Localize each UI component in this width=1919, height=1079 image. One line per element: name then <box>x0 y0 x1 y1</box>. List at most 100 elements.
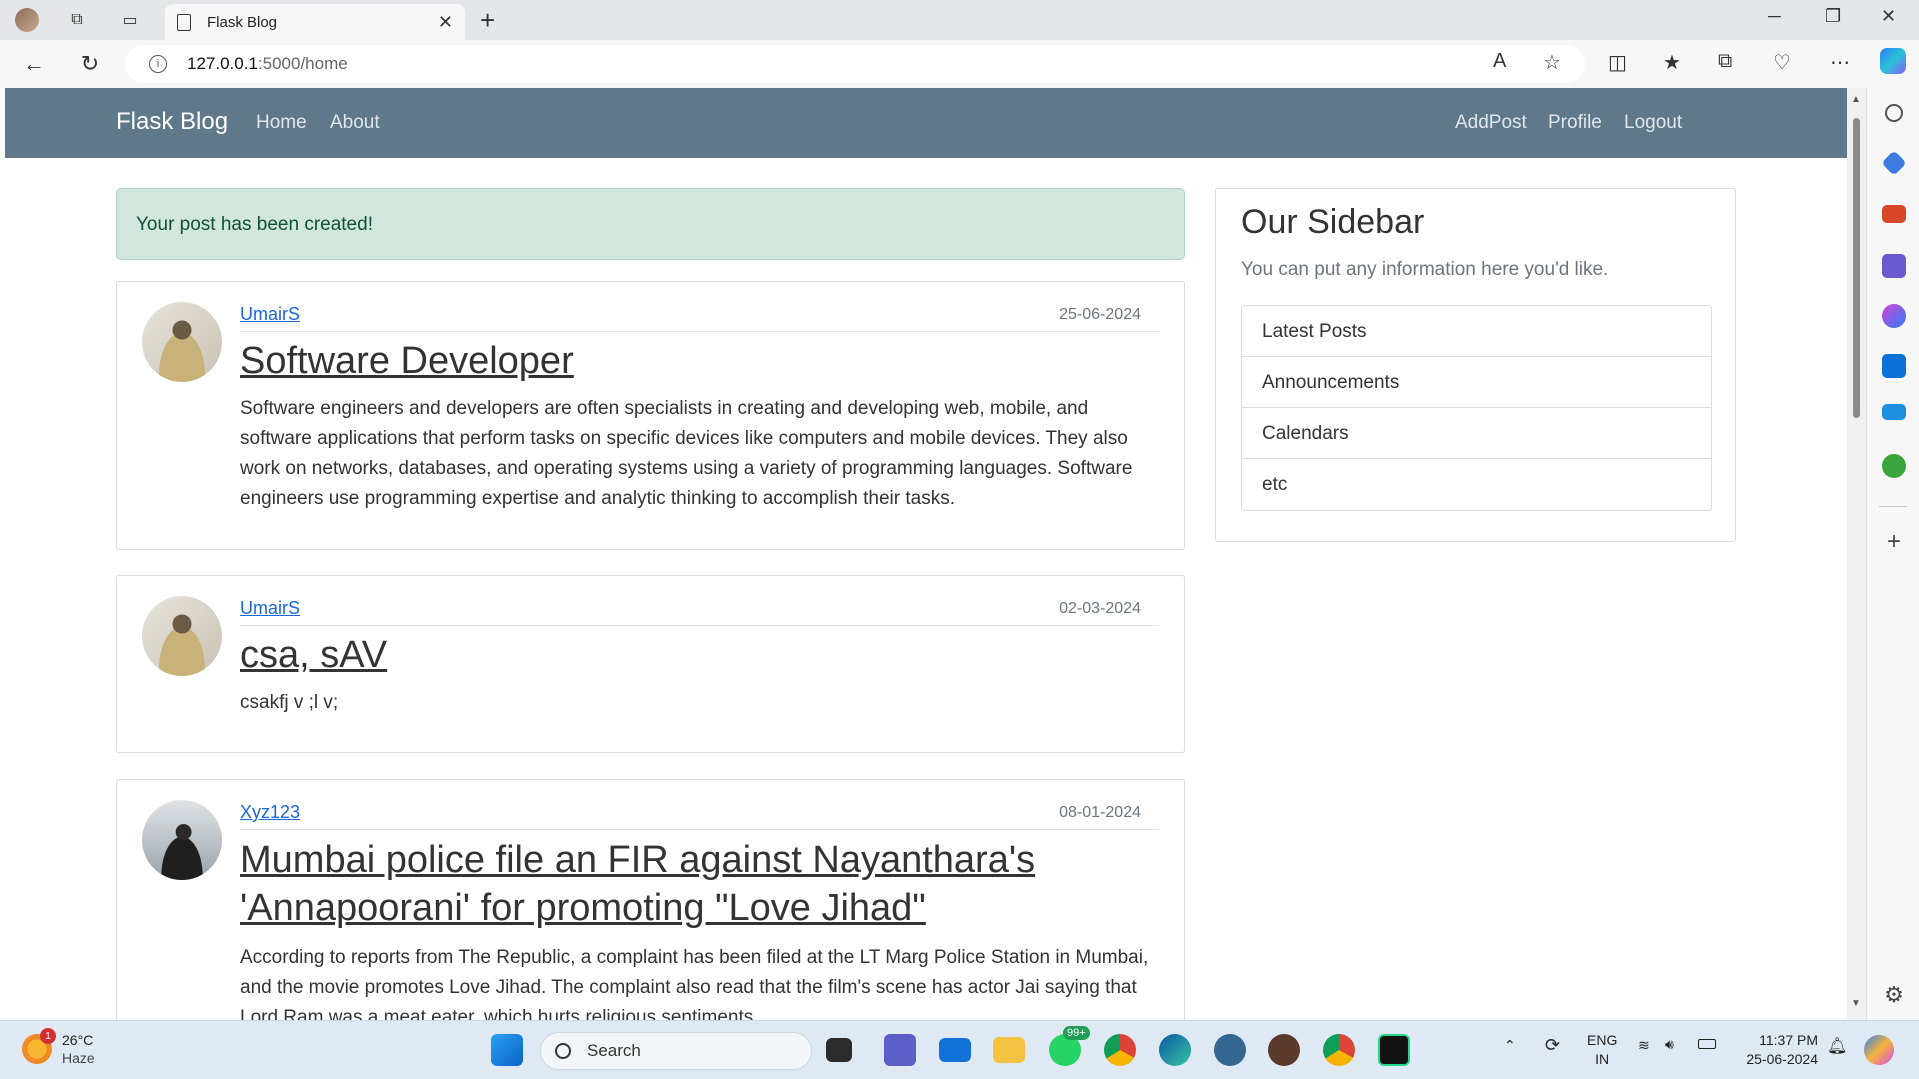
post-meta: UmairS 02-03-2024 <box>240 598 1159 626</box>
author-avatar <box>142 800 222 880</box>
collections-icon[interactable]: ⧉ <box>1718 50 1732 73</box>
chrome-icon[interactable] <box>1104 1034 1136 1066</box>
sidebar-item-etc[interactable]: etc <box>1242 459 1711 510</box>
tab-actions-icon[interactable]: ▭ <box>117 7 143 33</box>
post-content: According to reports from The Republic, … <box>240 947 1149 1020</box>
chrome-profile-icon[interactable] <box>1323 1034 1355 1066</box>
send-icon[interactable] <box>1882 404 1906 420</box>
volume-icon[interactable]: 🔊︎ <box>1665 1036 1674 1053</box>
nav-about[interactable]: About <box>330 112 380 134</box>
nav-home[interactable]: Home <box>256 112 307 134</box>
browser-tab-active[interactable]: Flask Blog ✕ <box>165 4 465 40</box>
minimize-icon[interactable]: ─ <box>1768 6 1781 27</box>
language-indicator[interactable]: ENG IN <box>1587 1031 1617 1069</box>
split-screen-icon[interactable]: ◫ <box>1608 50 1627 75</box>
weather-temp: 26°C <box>62 1032 94 1048</box>
file-explorer-icon[interactable] <box>993 1037 1025 1063</box>
post-content: Software engineers and developers are of… <box>240 398 1133 509</box>
wifi-icon[interactable]: ≋ <box>1638 1037 1650 1054</box>
post-date: 08-01-2024 <box>1059 804 1141 821</box>
restore-icon[interactable]: ❐ <box>1825 6 1841 27</box>
postgres-icon[interactable] <box>1214 1034 1246 1066</box>
page-scrollbar[interactable]: ▲ ▼ <box>1847 88 1866 1020</box>
scrollbar-thumb[interactable] <box>1853 118 1860 418</box>
post-author-link[interactable]: UmairS <box>240 598 300 619</box>
sync-icon[interactable]: ⟳ <box>1545 1035 1560 1056</box>
address-input[interactable]: i 127.0.0.1:5000/home <box>125 45 1585 83</box>
teams-icon[interactable] <box>884 1034 916 1066</box>
post-title-link[interactable]: Mumbai police file an FIR against Nayant… <box>240 836 1144 932</box>
post-author-link[interactable]: UmairS <box>240 304 300 325</box>
post-date: 02-03-2024 <box>1059 600 1141 617</box>
nav-addpost[interactable]: AddPost <box>1455 112 1527 134</box>
post-card: UmairS 25-06-2024 Software Developer Sof… <box>116 281 1185 550</box>
back-icon[interactable]: ← <box>18 48 50 80</box>
post-title-link[interactable]: Software Developer <box>240 337 1144 385</box>
edge-icon[interactable] <box>1159 1034 1191 1066</box>
notification-bell-icon[interactable]: 🔔︎ <box>1827 1036 1847 1056</box>
games-icon[interactable] <box>1882 254 1906 278</box>
tree-icon[interactable] <box>1882 454 1906 478</box>
post-title-link[interactable]: csa, sAV <box>240 631 1144 679</box>
sidebar-title: Our Sidebar <box>1241 203 1425 241</box>
scroll-up-icon[interactable]: ▲ <box>1851 94 1861 105</box>
weather-widget[interactable]: 1 26°C Haze <box>22 1028 95 1067</box>
outlook-icon[interactable] <box>1882 354 1906 378</box>
author-avatar <box>142 302 222 382</box>
browser-essentials-icon[interactable]: ♡ <box>1773 50 1791 75</box>
search-icon[interactable] <box>1885 104 1903 122</box>
show-hidden-icons[interactable]: ⌃ <box>1504 1037 1516 1054</box>
post-card: UmairS 02-03-2024 csa, sAV csakfj v ;l v… <box>116 575 1185 753</box>
clock-date: 25-06-2024 <box>1746 1051 1818 1067</box>
post-card: Xyz123 08-01-2024 Mumbai police file an … <box>116 779 1185 1020</box>
site-info-icon[interactable]: i <box>149 55 167 73</box>
close-tab-icon[interactable]: ✕ <box>438 12 453 33</box>
settings-gear-icon[interactable]: ⚙ <box>1882 983 1906 1007</box>
app-icon[interactable] <box>1268 1034 1300 1066</box>
taskbar-clock[interactable]: 11:37 PM 25-06-2024 <box>1738 1031 1818 1069</box>
weather-desc: Haze <box>62 1050 95 1066</box>
close-window-icon[interactable]: ✕ <box>1881 6 1896 27</box>
refresh-icon[interactable]: ↻ <box>74 48 106 80</box>
nav-logout[interactable]: Logout <box>1624 112 1682 134</box>
pycharm-icon[interactable] <box>1378 1034 1410 1066</box>
read-aloud-icon[interactable]: A <box>1493 50 1506 73</box>
sidebar-list: Latest Posts Announcements Calendars etc <box>1241 305 1712 511</box>
copilot-icon[interactable] <box>1880 48 1906 74</box>
search-icon <box>555 1043 571 1059</box>
taskbar-search[interactable]: Search <box>540 1032 812 1070</box>
success-alert: Your post has been created! <box>116 188 1185 260</box>
shopping-tag-icon[interactable] <box>1881 150 1907 176</box>
sidebar-item-calendars[interactable]: Calendars <box>1242 408 1711 459</box>
more-menu-icon[interactable]: ⋯ <box>1830 50 1850 75</box>
profile-avatar-icon[interactable] <box>14 7 40 33</box>
site-brand[interactable]: Flask Blog <box>116 108 228 136</box>
favorites-icon[interactable]: ★ <box>1663 50 1681 75</box>
tools-icon[interactable] <box>1882 205 1906 223</box>
post-date: 25-06-2024 <box>1059 306 1141 323</box>
edge-sidebar: + ⚙ <box>1866 88 1919 1020</box>
post-author-link[interactable]: Xyz123 <box>240 802 300 823</box>
site-navbar: Flask Blog Home About AddPost Profile Lo… <box>5 88 1847 158</box>
url-host: 127.0.0.1 <box>187 54 258 73</box>
sidebar-item-latest-posts[interactable]: Latest Posts <box>1242 306 1711 357</box>
nav-profile[interactable]: Profile <box>1548 112 1602 134</box>
copilot-taskbar-icon[interactable] <box>1864 1035 1894 1065</box>
favorite-star-icon[interactable]: ☆ <box>1543 50 1561 75</box>
windows-start-icon[interactable] <box>491 1034 523 1066</box>
microsoft-365-icon[interactable] <box>1882 304 1906 328</box>
workspaces-icon[interactable]: ⧉ <box>64 7 90 33</box>
clock-time: 11:37 PM <box>1759 1032 1818 1048</box>
mail-icon[interactable] <box>939 1038 971 1062</box>
url-path: :5000/home <box>257 54 348 73</box>
battery-icon[interactable] <box>1698 1039 1716 1049</box>
web-page: Flask Blog Home About AddPost Profile Lo… <box>5 88 1847 1020</box>
new-tab-icon[interactable]: + <box>480 5 495 36</box>
task-view-icon[interactable] <box>826 1038 852 1062</box>
whatsapp-badge: 99+ <box>1063 1026 1090 1040</box>
scroll-down-icon[interactable]: ▼ <box>1851 998 1861 1009</box>
page-icon <box>177 13 191 31</box>
sidebar-item-announcements[interactable]: Announcements <box>1242 357 1711 408</box>
whatsapp-icon[interactable]: 99+ <box>1049 1026 1090 1066</box>
add-icon[interactable]: + <box>1882 530 1906 554</box>
